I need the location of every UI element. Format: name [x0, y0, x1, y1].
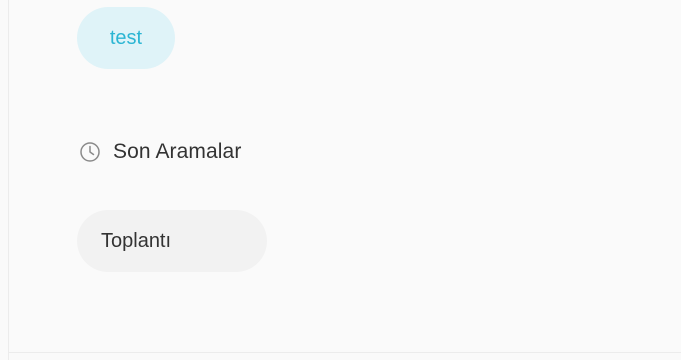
active-search-chip[interactable]: test — [77, 7, 175, 69]
recent-search-item[interactable]: Toplantı — [77, 210, 267, 272]
recent-searches-title: Son Aramalar — [113, 140, 242, 163]
clock-icon — [79, 141, 101, 163]
panel-divider-left — [8, 0, 9, 360]
recent-searches-header: Son Aramalar — [79, 136, 241, 168]
search-panel: test Son Aramalar Toplantı — [0, 0, 681, 360]
panel-divider-bottom — [8, 352, 681, 353]
